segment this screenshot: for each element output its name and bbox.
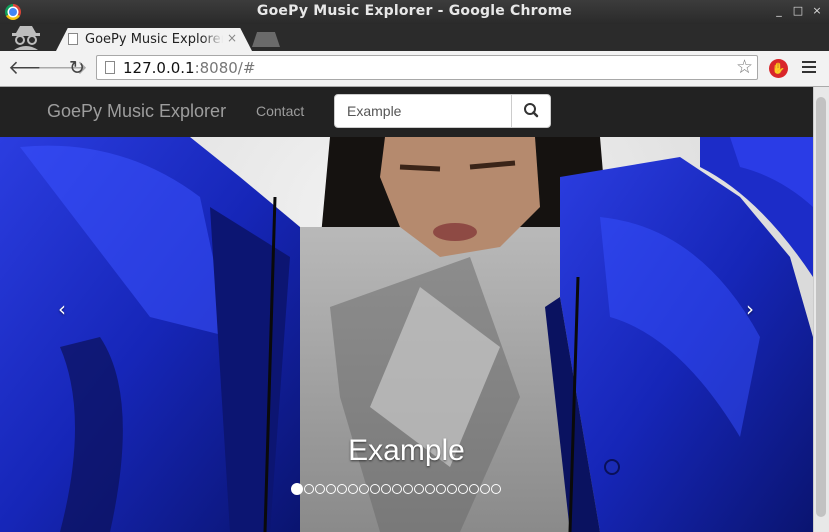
reload-icon[interactable]: ↻ xyxy=(66,57,88,79)
carousel-indicator-dot[interactable] xyxy=(291,483,303,495)
slide-image xyxy=(0,137,813,532)
carousel-caption: Example xyxy=(348,434,465,467)
tab-strip: GoePy Music Explorer × xyxy=(0,24,829,51)
carousel-indicator-dot[interactable] xyxy=(315,484,325,494)
url-port-path: :8080/# xyxy=(194,59,256,77)
search-button[interactable] xyxy=(511,94,551,128)
stop-hand-extension-icon[interactable]: ✋ xyxy=(769,59,788,78)
bookmark-star-icon[interactable]: ☆ xyxy=(736,56,753,78)
carousel-indicator-dot[interactable] xyxy=(348,484,358,494)
carousel-indicator-dot[interactable] xyxy=(491,484,501,494)
carousel-indicator-dot[interactable] xyxy=(414,484,424,494)
carousel-indicator-dot[interactable] xyxy=(392,484,402,494)
browser-toolbar: 🡐 🡒 ↻ 127.0.0.1:8080/# ☆ ✋ xyxy=(0,51,829,87)
carousel-indicator-dot[interactable] xyxy=(370,484,380,494)
search-icon xyxy=(524,103,539,118)
url-text: 127.0.0.1:8080/# xyxy=(123,59,255,77)
maximize-icon[interactable]: □ xyxy=(792,5,804,17)
back-arrow-icon[interactable]: 🡐 xyxy=(8,57,59,79)
carousel-indicator-dot[interactable] xyxy=(304,484,314,494)
carousel-indicator-dot[interactable] xyxy=(447,484,457,494)
address-bar[interactable]: 127.0.0.1:8080/# ☆ xyxy=(96,55,758,80)
chrome-menu-icon[interactable] xyxy=(802,61,816,76)
tab-close-icon[interactable]: × xyxy=(227,31,237,45)
carousel-next-control[interactable]: › xyxy=(746,297,754,321)
carousel-indicator-dot[interactable] xyxy=(469,484,479,494)
tab-title: GoePy Music Explorer xyxy=(85,32,223,47)
page-icon xyxy=(105,61,115,74)
url-host: 127.0.0.1 xyxy=(123,59,195,77)
window-title: GoePy Music Explorer - Google Chrome xyxy=(256,3,573,19)
navbar-brand[interactable]: GoePy Music Explorer xyxy=(47,101,226,122)
site-navbar: GoePy Music Explorer Contact xyxy=(0,87,813,138)
forward-arrow-icon[interactable]: 🡒 xyxy=(37,57,88,79)
minimize-icon[interactable]: _ xyxy=(773,5,785,17)
carousel-indicator-dot[interactable] xyxy=(458,484,468,494)
carousel-indicator-dot[interactable] xyxy=(359,484,369,494)
close-window-icon[interactable]: × xyxy=(811,5,823,17)
carousel-prev-control[interactable]: ‹ xyxy=(58,297,66,321)
page-viewport: GoePy Music Explorer Contact Example ‹ ›… xyxy=(0,87,813,532)
carousel-indicator-dot[interactable] xyxy=(337,484,347,494)
nav-link-contact[interactable]: Contact xyxy=(256,103,304,119)
scrollbar-thumb[interactable] xyxy=(816,97,826,517)
carousel-indicators xyxy=(291,483,502,496)
carousel-indicator-dot[interactable] xyxy=(480,484,490,494)
carousel-indicator-dot[interactable] xyxy=(425,484,435,494)
window-title-bar: GoePy Music Explorer - Google Chrome _ □… xyxy=(0,0,829,24)
page-favicon-icon xyxy=(68,33,78,45)
search-input[interactable] xyxy=(334,94,512,128)
hero-carousel: ‹ › Example xyxy=(0,137,813,532)
search-form xyxy=(334,94,551,128)
new-tab-button[interactable] xyxy=(252,32,280,47)
incognito-icon xyxy=(12,26,40,50)
tab-goepy[interactable]: GoePy Music Explorer × xyxy=(56,28,252,51)
carousel-indicator-dot[interactable] xyxy=(403,484,413,494)
carousel-indicator-dot[interactable] xyxy=(326,484,336,494)
page-scrollbar[interactable] xyxy=(813,87,829,532)
carousel-indicator-dot[interactable] xyxy=(381,484,391,494)
carousel-indicator-dot[interactable] xyxy=(436,484,446,494)
